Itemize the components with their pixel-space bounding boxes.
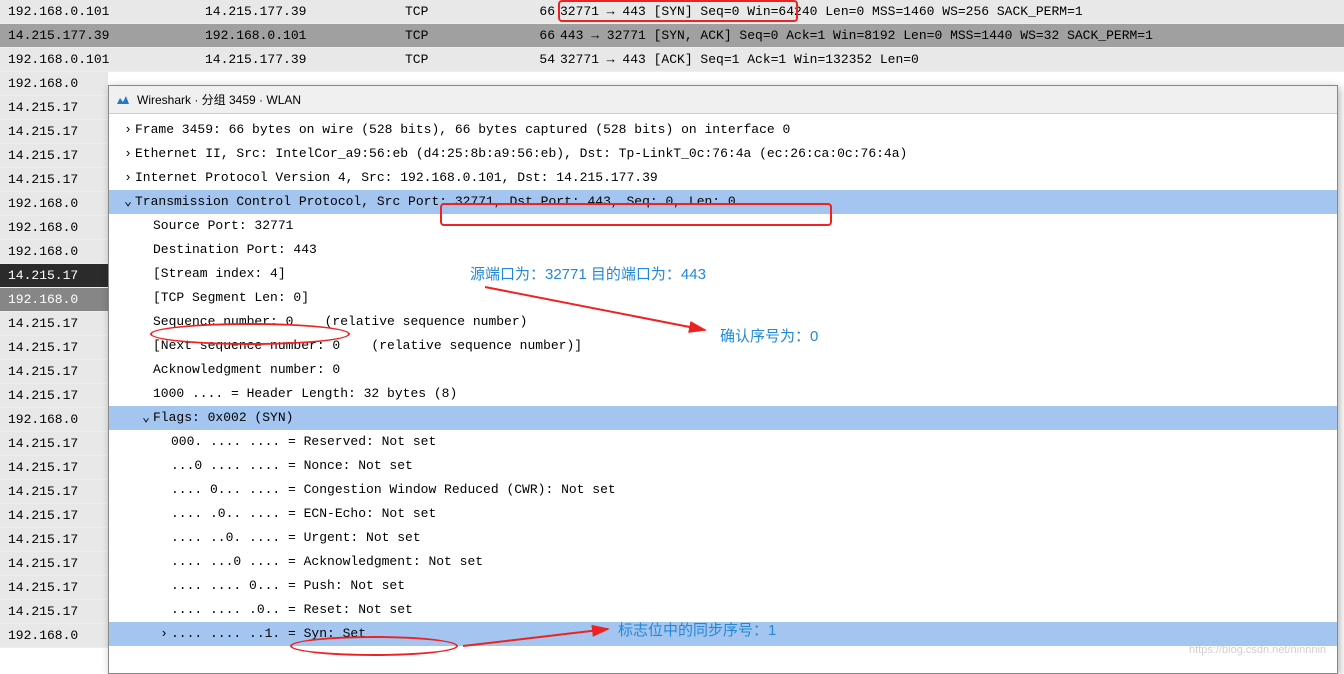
col-source: 192.168.0.101 bbox=[0, 48, 205, 71]
next-seq-line[interactable]: [Next sequence number: 0 (relative seque… bbox=[109, 334, 1337, 358]
col-info: 443 → 32771 [SYN, ACK] Seq=0 Ack=1 Win=8… bbox=[560, 24, 1344, 47]
packet-row-partial[interactable]: 14.215.17 bbox=[0, 120, 108, 144]
col-length: 54 bbox=[525, 48, 560, 71]
packet-row[interactable]: 192.168.0.101 14.215.177.39 TCP 54 32771… bbox=[0, 48, 1344, 72]
ethernet-line[interactable]: ›Ethernet II, Src: IntelCor_a9:56:eb (d4… bbox=[109, 142, 1337, 166]
packet-row-partial[interactable]: 14.215.17 bbox=[0, 360, 108, 384]
syn-flag-line[interactable]: ›.... .... ..1. = Syn: Set bbox=[109, 622, 1337, 646]
col-length: 66 bbox=[525, 24, 560, 47]
col-protocol: TCP bbox=[405, 48, 525, 71]
packet-row-partial[interactable]: 14.215.17 bbox=[0, 552, 108, 576]
packet-details: ›Frame 3459: 66 bytes on wire (528 bits)… bbox=[109, 114, 1337, 646]
packet-row-partial[interactable]: 14.215.17 bbox=[0, 384, 108, 408]
chevron-right-icon[interactable]: › bbox=[121, 166, 135, 190]
urgent-flag-line[interactable]: .... ..0. .... = Urgent: Not set bbox=[109, 526, 1337, 550]
packet-row-partial[interactable]: 14.215.17 bbox=[0, 264, 108, 288]
chevron-right-icon[interactable]: › bbox=[121, 142, 135, 166]
col-destination: 192.168.0.101 bbox=[205, 24, 405, 47]
packet-row[interactable]: 192.168.0.101 14.215.177.39 TCP 66 32771… bbox=[0, 0, 1344, 24]
col-info: 32771 → 443 [SYN] Seq=0 Win=64240 Len=0 … bbox=[560, 0, 1344, 23]
packet-row-partial[interactable]: 14.215.17 bbox=[0, 480, 108, 504]
ip-line[interactable]: ›Internet Protocol Version 4, Src: 192.1… bbox=[109, 166, 1337, 190]
packet-row-partial[interactable]: 192.168.0 bbox=[0, 216, 108, 240]
packet-row-partial[interactable]: 14.215.17 bbox=[0, 576, 108, 600]
seq-num-line[interactable]: Sequence number: 0 (relative sequence nu… bbox=[109, 310, 1337, 334]
col-info: 32771 → 443 [ACK] Seq=1 Ack=1 Win=132352… bbox=[560, 48, 1344, 71]
detail-window: Wireshark · 分组 3459 · WLAN ›Frame 3459: … bbox=[108, 85, 1338, 674]
ack-flag-line[interactable]: .... ...0 .... = Acknowledgment: Not set bbox=[109, 550, 1337, 574]
stream-index-line[interactable]: [Stream index: 4] bbox=[109, 262, 1337, 286]
packet-row-partial[interactable]: 14.215.17 bbox=[0, 504, 108, 528]
wireshark-icon bbox=[115, 92, 131, 108]
chevron-right-icon[interactable]: › bbox=[157, 622, 171, 646]
ack-num-line[interactable]: Acknowledgment number: 0 bbox=[109, 358, 1337, 382]
packet-row-partial[interactable]: 14.215.17 bbox=[0, 528, 108, 552]
col-destination: 14.215.177.39 bbox=[205, 48, 405, 71]
packet-row-partial[interactable]: 14.215.17 bbox=[0, 96, 108, 120]
push-flag-line[interactable]: .... .... 0... = Push: Not set bbox=[109, 574, 1337, 598]
col-protocol: TCP bbox=[405, 24, 525, 47]
col-source: 14.215.177.39 bbox=[0, 24, 205, 47]
packet-row-partial[interactable]: 14.215.17 bbox=[0, 600, 108, 624]
packet-row[interactable]: 14.215.177.39 192.168.0.101 TCP 66 443 →… bbox=[0, 24, 1344, 48]
flags-line[interactable]: ⌄Flags: 0x002 (SYN) bbox=[109, 406, 1337, 430]
tcp-seg-len-line[interactable]: [TCP Segment Len: 0] bbox=[109, 286, 1337, 310]
tcp-header-line[interactable]: ⌄Transmission Control Protocol, Src Port… bbox=[109, 190, 1337, 214]
chevron-down-icon[interactable]: ⌄ bbox=[139, 406, 153, 430]
col-destination: 14.215.177.39 bbox=[205, 0, 405, 23]
packet-row-partial[interactable]: 14.215.17 bbox=[0, 144, 108, 168]
nonce-flag-line[interactable]: ...0 .... .... = Nonce: Not set bbox=[109, 454, 1337, 478]
window-title: Wireshark · 分组 3459 · WLAN bbox=[137, 91, 301, 108]
packet-row-partial[interactable]: 192.168.0 bbox=[0, 624, 108, 648]
packet-row-partial[interactable]: 192.168.0 bbox=[0, 408, 108, 432]
ecn-flag-line[interactable]: .... .0.. .... = ECN-Echo: Not set bbox=[109, 502, 1337, 526]
packet-row-partial[interactable]: 192.168.0 bbox=[0, 288, 108, 312]
cwr-flag-line[interactable]: .... 0... .... = Congestion Window Reduc… bbox=[109, 478, 1337, 502]
title-bar[interactable]: Wireshark · 分组 3459 · WLAN bbox=[109, 86, 1337, 114]
reset-flag-line[interactable]: .... .... .0.. = Reset: Not set bbox=[109, 598, 1337, 622]
packet-row-partial[interactable]: 14.215.17 bbox=[0, 456, 108, 480]
reserved-flag-line[interactable]: 000. .... .... = Reserved: Not set bbox=[109, 430, 1337, 454]
packet-row-partial[interactable]: 192.168.0 bbox=[0, 192, 108, 216]
dst-port-line[interactable]: Destination Port: 443 bbox=[109, 238, 1337, 262]
chevron-right-icon[interactable]: › bbox=[121, 118, 135, 142]
col-length: 66 bbox=[525, 0, 560, 23]
col-source: 192.168.0.101 bbox=[0, 0, 205, 23]
frame-line[interactable]: ›Frame 3459: 66 bytes on wire (528 bits)… bbox=[109, 118, 1337, 142]
partial-packet-column: 192.168.014.215.1714.215.1714.215.1714.2… bbox=[0, 72, 108, 648]
src-port-line[interactable]: Source Port: 32771 bbox=[109, 214, 1337, 238]
col-protocol: TCP bbox=[405, 0, 525, 23]
packet-list: 192.168.0.101 14.215.177.39 TCP 66 32771… bbox=[0, 0, 1344, 72]
packet-row-partial[interactable]: 192.168.0 bbox=[0, 240, 108, 264]
watermark: https://blog.csdn.net/ninnnin bbox=[1189, 644, 1326, 656]
packet-row-partial[interactable]: 14.215.17 bbox=[0, 336, 108, 360]
packet-row-partial[interactable]: 192.168.0 bbox=[0, 72, 108, 96]
packet-row-partial[interactable]: 14.215.17 bbox=[0, 168, 108, 192]
header-len-line[interactable]: 1000 .... = Header Length: 32 bytes (8) bbox=[109, 382, 1337, 406]
packet-row-partial[interactable]: 14.215.17 bbox=[0, 312, 108, 336]
packet-row-partial[interactable]: 14.215.17 bbox=[0, 432, 108, 456]
chevron-down-icon[interactable]: ⌄ bbox=[121, 190, 135, 214]
